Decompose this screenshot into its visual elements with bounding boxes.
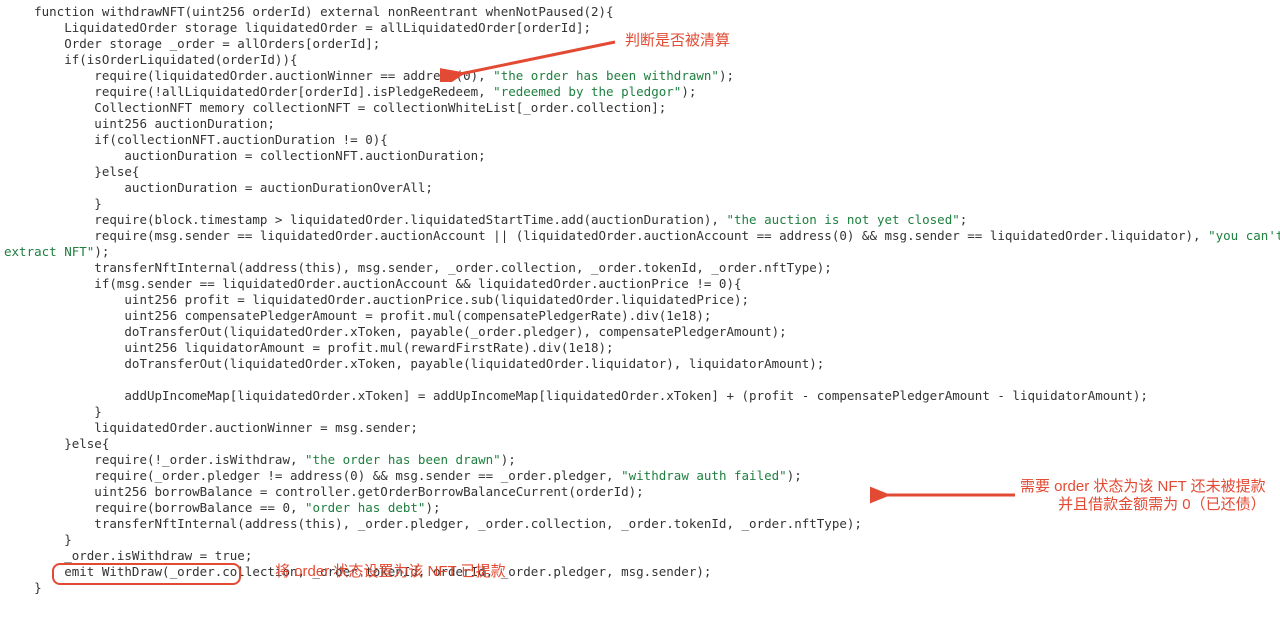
code-line: }else{: [4, 164, 139, 179]
code-line: doTransferOut(liquidatedOrder.xToken, pa…: [4, 324, 787, 339]
code-line: liquidatedOrder.auctionWinner = msg.send…: [4, 420, 418, 435]
code-line: uint256 profit = liquidatedOrder.auction…: [4, 292, 749, 307]
code-line: uint256 compensatePledgerAmount = profit…: [4, 308, 711, 323]
code-line: uint256 auctionDuration;: [4, 116, 275, 131]
code-line: function withdrawNFT(uint256 orderId) ex…: [4, 4, 614, 19]
code-line: require(!_order.isWithdraw, "the order h…: [4, 452, 516, 467]
code-line: require(block.timestamp > liquidatedOrde…: [4, 212, 967, 227]
code-line: extract NFT");: [4, 244, 109, 259]
code-line: if(collectionNFT.auctionDuration != 0){: [4, 132, 388, 147]
code-line: doTransferOut(liquidatedOrder.xToken, pa…: [4, 356, 824, 371]
code-line: transferNftInternal(address(this), msg.s…: [4, 260, 832, 275]
code-line: require(liquidatedOrder.auctionWinner ==…: [4, 68, 734, 83]
code-line: uint256 liquidatorAmount = profit.mul(re…: [4, 340, 614, 355]
code-line: Order storage _order = allOrders[orderId…: [4, 36, 380, 51]
code-line: if(msg.sender == liquidatedOrder.auction…: [4, 276, 742, 291]
code-line: [4, 372, 12, 387]
code-line: require(!allLiquidatedOrder[orderId].isP…: [4, 84, 696, 99]
code-line: uint256 borrowBalance = controller.getOr…: [4, 484, 644, 499]
code-line: auctionDuration = auctionDurationOverAll…: [4, 180, 433, 195]
code-line: CollectionNFT memory collectionNFT = col…: [4, 100, 666, 115]
code-line: addUpIncomeMap[liquidatedOrder.xToken] =…: [4, 388, 1148, 403]
code-line: }: [4, 196, 102, 211]
code-line: }: [4, 580, 42, 595]
code-line: require(borrowBalance == 0, "order has d…: [4, 500, 441, 515]
code-line: }else{: [4, 436, 109, 451]
code-line: require(msg.sender == liquidatedOrder.au…: [4, 228, 1280, 243]
code-line: }: [4, 532, 72, 547]
code-line: emit WithDraw(_order.collection, _order.…: [4, 564, 711, 579]
code-block: function withdrawNFT(uint256 orderId) ex…: [0, 0, 1280, 596]
code-line: _order.isWithdraw = true;: [4, 548, 252, 563]
code-line: LiquidatedOrder storage liquidatedOrder …: [4, 20, 591, 35]
code-line: if(isOrderLiquidated(orderId)){: [4, 52, 298, 67]
code-line: transferNftInternal(address(this), _orde…: [4, 516, 862, 531]
code-line: require(_order.pledger != address(0) && …: [4, 468, 802, 483]
code-line: auctionDuration = collectionNFT.auctionD…: [4, 148, 486, 163]
code-line: }: [4, 404, 102, 419]
